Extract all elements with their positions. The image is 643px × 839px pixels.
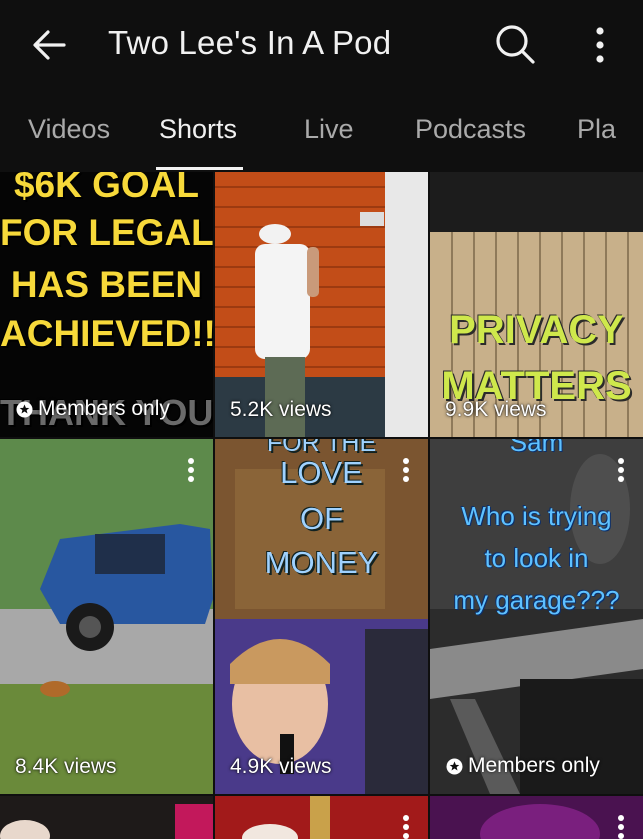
tab-videos[interactable]: Videos [28,114,110,145]
tab-podcasts[interactable]: Podcasts [415,114,526,145]
channel-title: Two Lee's In A Pod [108,24,392,61]
channel-tabs: Videos Shorts Live Podcasts Pla [0,92,643,170]
tab-shorts[interactable]: Shorts [159,114,237,145]
more-vert-icon[interactable] [617,814,625,839]
more-vert-icon[interactable] [617,457,625,483]
view-count: 9.9K views [445,398,547,421]
more-vert-icon[interactable] [402,814,410,839]
more-vert-icon[interactable] [402,457,410,483]
short-tile[interactable]: $6K GOAL FOR LEGAL HAS BEEN ACHIEVED!!! … [0,172,213,437]
overlay-text: FOR LEGAL [0,212,213,253]
members-star-icon [446,758,463,774]
overlay-text: MONEY [264,545,379,580]
view-count: 8.4K views [15,755,117,778]
overlay-text: Who is trying [461,501,612,531]
overlay-text: ACHIEVED!!! [0,313,213,354]
more-vert-icon[interactable] [187,457,195,483]
members-only-label: Members only [468,754,600,777]
thumbnail-image [0,439,213,794]
short-tile[interactable] [430,796,643,839]
overlay-text: $6K GOAL [13,172,200,205]
thumbnail-image [0,796,213,839]
members-only-label: Members only [38,397,170,420]
members-only-badge: Members only [446,754,600,778]
view-count: 5.2K views [230,398,332,421]
search-icon[interactable] [491,20,539,68]
short-tile[interactable]: Sam Who is trying to look in my garage??… [430,439,643,794]
thumbnail-image [215,439,428,794]
short-tile[interactable]: 8.4K views [0,439,213,794]
overlay-text: PRIVACY [449,308,624,352]
view-count: 4.9K views [230,755,332,778]
short-tile[interactable] [0,796,213,839]
short-tile[interactable]: FOR THE LOVE OF MONEY 4.9K views [215,439,428,794]
overlay-text: OF [299,501,344,536]
more-vert-icon[interactable] [585,24,615,66]
short-tile[interactable]: PRIVACY MATTERS 9.9K views [430,172,643,437]
arrow-left-icon[interactable] [26,22,72,68]
thumbnail-image [430,796,643,839]
app-bar: Two Lee's In A Pod [0,0,643,92]
members-star-icon [16,401,33,417]
short-tile[interactable] [215,796,428,839]
thumbnail-image [430,439,643,794]
overlay-text: to look in [484,543,589,573]
overlay-text: Sam [509,439,564,457]
tab-playlists[interactable]: Pla [577,114,616,145]
active-tab-indicator [156,167,243,170]
members-only-badge: Members only [16,397,170,421]
tab-live[interactable]: Live [304,114,354,145]
thumbnail-image [215,796,428,839]
overlay-text: LOVE [280,455,363,490]
overlay-text: HAS BEEN [10,264,203,305]
short-tile[interactable]: 5.2K views [215,172,428,437]
overlay-text: my garage??? [453,585,620,615]
